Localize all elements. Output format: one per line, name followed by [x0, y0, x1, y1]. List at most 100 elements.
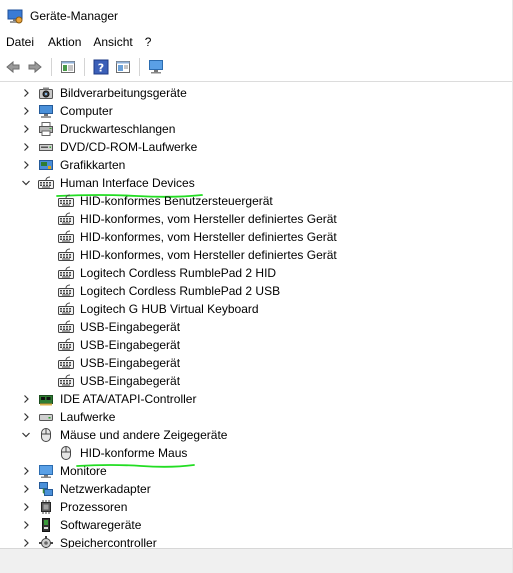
chevron-right-icon[interactable] [20, 159, 32, 171]
tree-category[interactable]: Computer [0, 102, 513, 120]
category-label: Speichercontroller [60, 536, 157, 549]
device-label: USB-Eingabegerät [80, 338, 181, 352]
tree-category[interactable]: Netzwerkadapter [0, 480, 513, 498]
monitor-icon [38, 463, 54, 479]
back-arrow-icon[interactable] [2, 56, 24, 78]
device-label: USB-Eingabegerät [80, 356, 181, 370]
mouse-icon [58, 445, 74, 461]
tree-device[interactable]: USB-Eingabegerät [0, 318, 513, 336]
category-label: Druckwarteschlangen [60, 122, 176, 136]
tree-device[interactable]: Logitech Cordless RumblePad 2 USB [0, 282, 513, 300]
chevron-right-icon[interactable] [20, 411, 32, 423]
category-label: Monitore [60, 464, 107, 478]
menu-ansicht[interactable]: Ansicht [89, 35, 136, 49]
window-title: Geräte-Manager [30, 8, 119, 23]
menu-datei[interactable]: Datei [2, 35, 38, 49]
keyboard-icon [58, 373, 74, 389]
device-label: HID-konformes Benutzersteuergerät [80, 194, 273, 208]
tree-category[interactable]: Laufwerke [0, 408, 513, 426]
category-label: Computer [60, 104, 113, 118]
help-icon[interactable]: ? [90, 56, 112, 78]
tree-device[interactable]: Logitech Cordless RumblePad 2 HID [0, 264, 513, 282]
chevron-right-icon[interactable] [20, 123, 32, 135]
device-label: HID-konformes, vom Hersteller definierte… [80, 230, 337, 244]
category-label: Mäuse und andere Zeigegeräte [60, 428, 228, 442]
update-driver-icon[interactable] [112, 56, 134, 78]
properties-icon[interactable] [57, 56, 79, 78]
device-manager-icon [7, 8, 23, 24]
category-label: Prozessoren [60, 500, 128, 514]
category-label: Laufwerke [60, 410, 116, 424]
chevron-down-icon[interactable] [20, 429, 32, 441]
category-label: Bildverarbeitungsgeräte [60, 86, 187, 100]
device-label: USB-Eingabegerät [80, 320, 181, 334]
chevron-right-icon[interactable] [20, 501, 32, 513]
tree-category[interactable]: Prozessoren [0, 498, 513, 516]
chevron-right-icon[interactable] [20, 519, 32, 531]
keyboard-icon [58, 337, 74, 353]
tree-category[interactable]: Mäuse und andere Zeigegeräte [0, 426, 513, 444]
category-label: Softwaregeräte [60, 518, 142, 532]
device-tree[interactable]: Bildverarbeitungsgeräte Computer Druckwart… [0, 84, 513, 549]
tree-category[interactable]: Druckwarteschlangen [0, 120, 513, 138]
tree-category[interactable]: Human Interface Devices [0, 174, 513, 198]
tree-category[interactable]: Speichercontroller [0, 534, 513, 549]
tree-device[interactable]: HID-konformes Benutzersteuergerät [0, 192, 513, 210]
dvd-drive-icon [38, 139, 54, 155]
keyboard-icon [58, 301, 74, 317]
printer-icon [38, 121, 54, 137]
tree-device[interactable]: HID-konforme Maus [0, 444, 513, 468]
processor-icon [38, 499, 54, 515]
toolbar-separator [84, 58, 85, 76]
tree-category[interactable]: Softwaregeräte [0, 516, 513, 534]
camera-icon [38, 85, 54, 101]
chevron-right-icon[interactable] [20, 465, 32, 477]
chevron-right-icon[interactable] [20, 105, 32, 117]
tree-device[interactable]: HID-konformes, vom Hersteller definierte… [0, 246, 513, 264]
keyboard-icon [58, 265, 74, 281]
tree-category[interactable]: DVD/CD-ROM-Laufwerke [0, 138, 513, 156]
software-device-icon [38, 517, 54, 533]
chevron-right-icon[interactable] [20, 141, 32, 153]
menu-aktion[interactable]: Aktion [44, 35, 85, 49]
device-label: Logitech G HUB Virtual Keyboard [80, 302, 259, 316]
tree-device[interactable]: HID-konformes, vom Hersteller definierte… [0, 210, 513, 228]
menu-bar: Datei Aktion Ansicht ? [0, 31, 513, 53]
keyboard-icon [58, 229, 74, 245]
tree-device[interactable]: USB-Eingabegerät [0, 336, 513, 354]
monitor-icon[interactable] [145, 56, 167, 78]
category-label: IDE ATA/ATAPI-Controller [60, 392, 197, 406]
chevron-right-icon[interactable] [20, 87, 32, 99]
keyboard-icon [58, 319, 74, 335]
tree-device[interactable]: USB-Eingabegerät [0, 354, 513, 372]
chevron-down-icon[interactable] [20, 177, 32, 189]
storage-controller-icon [38, 535, 54, 549]
tree-category[interactable]: Bildverarbeitungsgeräte [0, 84, 513, 102]
device-label: HID-konformes, vom Hersteller definierte… [80, 248, 337, 262]
device-label: HID-konforme Maus [80, 446, 188, 460]
keyboard-icon [58, 211, 74, 227]
tree-category[interactable]: IDE ATA/ATAPI-Controller [0, 390, 513, 408]
mouse-icon [38, 427, 54, 443]
chevron-right-icon[interactable] [20, 483, 32, 495]
device-label: HID-konformes, vom Hersteller definierte… [80, 212, 337, 226]
svg-text:?: ? [98, 62, 104, 75]
keyboard-icon [38, 175, 54, 191]
toolbar: ? [0, 53, 513, 82]
tree-device[interactable]: HID-konformes, vom Hersteller definierte… [0, 228, 513, 246]
tree-device[interactable]: USB-Eingabegerät [0, 372, 513, 390]
category-label: Human Interface Devices [60, 176, 195, 190]
tree-category[interactable]: Grafikkarten [0, 156, 513, 174]
toolbar-separator [139, 58, 140, 76]
keyboard-icon [58, 355, 74, 371]
display-adapter-icon [38, 157, 54, 173]
device-label: Logitech Cordless RumblePad 2 USB [80, 284, 281, 298]
tree-device[interactable]: Logitech G HUB Virtual Keyboard [0, 300, 513, 318]
menu-help[interactable]: ? [141, 35, 156, 49]
keyboard-icon [58, 247, 74, 263]
tree-category[interactable]: Monitore [0, 462, 513, 480]
network-adapter-icon [38, 481, 54, 497]
forward-arrow-icon[interactable] [24, 56, 46, 78]
computer-icon [38, 103, 54, 119]
chevron-right-icon[interactable] [20, 393, 32, 405]
